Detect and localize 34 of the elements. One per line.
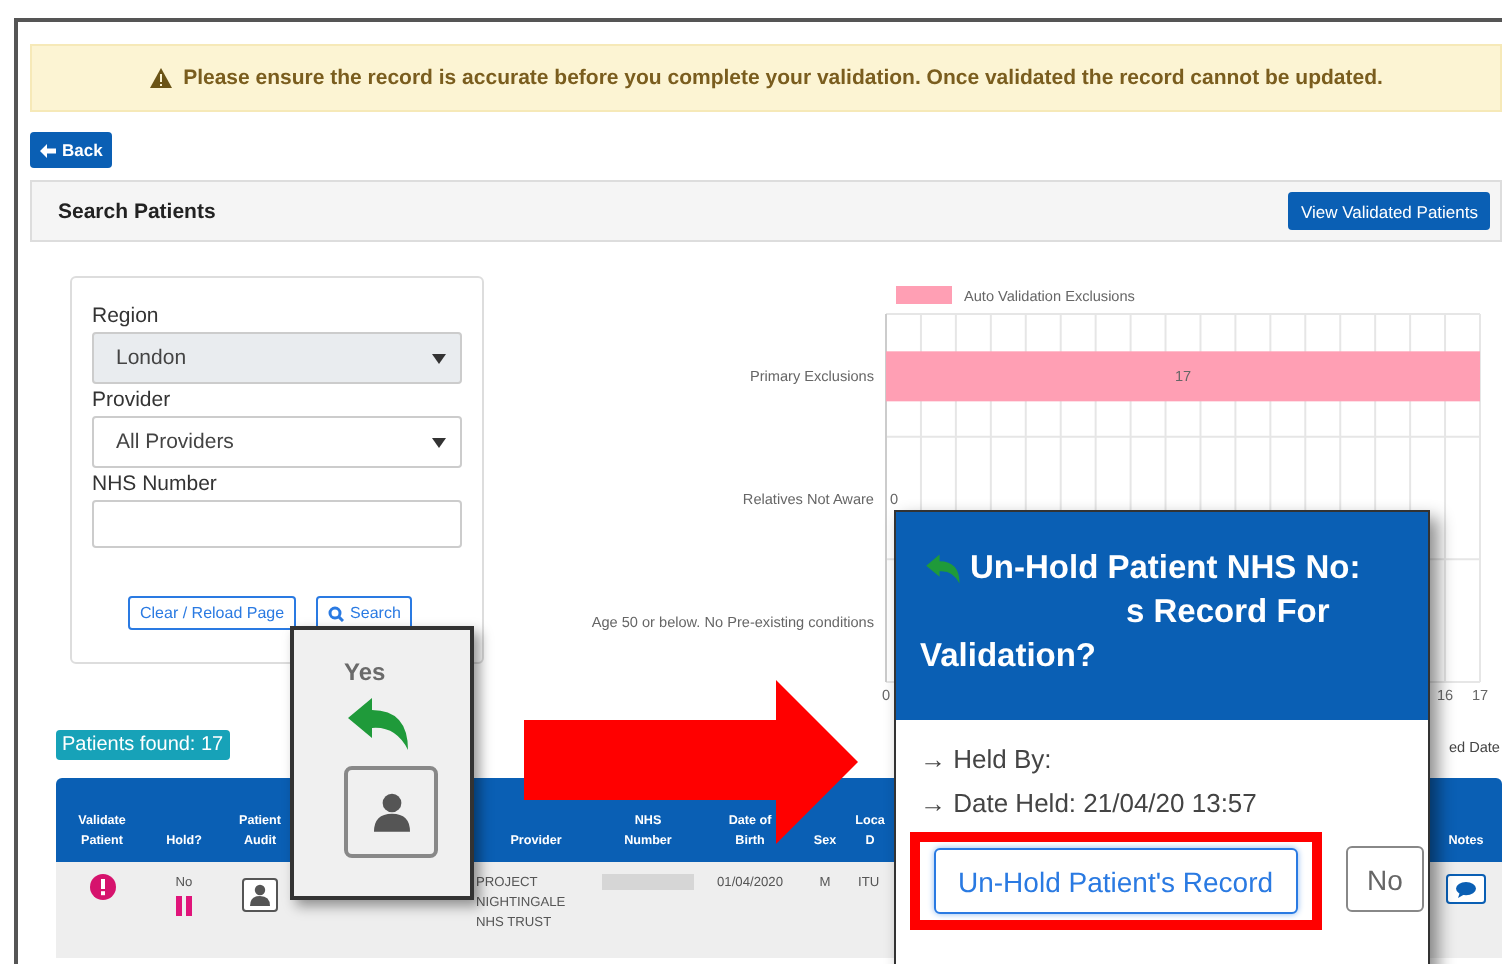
held-by-text: → Held By:	[920, 744, 1054, 774]
dialog-title: Un-Hold Patient NHS No:	[970, 548, 1361, 590]
arrow-left-icon	[40, 143, 56, 157]
field-label: NHS Number	[92, 472, 219, 496]
field-label: Provider	[92, 388, 173, 412]
patient-audit-button[interactable]	[242, 878, 278, 912]
user-icon	[373, 792, 409, 832]
alert-text: Please ensure the record is accurate before you complete your validation. Once validated the record cannot be updated.	[183, 66, 1383, 90]
view-validated-button[interactable]: View Validated Patients	[1288, 192, 1490, 230]
user-icon	[250, 884, 270, 906]
chat-bubble-icon	[1456, 881, 1476, 897]
patient-audit-button[interactable]	[344, 766, 438, 858]
hold-status: Yes	[344, 658, 386, 686]
unhold-button[interactable]: Un-Hold Patient's Record	[934, 848, 1298, 914]
caret-icon	[432, 353, 446, 363]
legend-swatch	[896, 286, 952, 304]
patients-found-badge: Patients found: 17	[56, 730, 230, 760]
back-button[interactable]: Back	[30, 132, 113, 168]
date-held-text: → Date Held: 21/04/20 13:57	[920, 788, 1259, 818]
provider-select[interactable]: All Providers	[92, 416, 462, 468]
exclamation-circle-icon[interactable]	[89, 874, 115, 900]
no-button[interactable]: No	[1345, 846, 1425, 912]
pause-icon[interactable]	[176, 896, 192, 917]
panel-title: Search Patients	[58, 199, 216, 223]
search-icon	[328, 605, 345, 621]
caret-icon	[432, 437, 446, 447]
warning-icon	[149, 68, 172, 88]
dialog-title: s Record For Validation?	[920, 592, 1332, 678]
notes-button[interactable]	[1446, 874, 1486, 904]
clear-reload-button[interactable]: Clear / Reload Page	[128, 596, 297, 630]
undo-arrow-icon	[924, 551, 964, 585]
nhs-number-field[interactable]	[92, 500, 462, 548]
redacted-block	[602, 874, 694, 890]
field-label: Region	[92, 304, 161, 328]
